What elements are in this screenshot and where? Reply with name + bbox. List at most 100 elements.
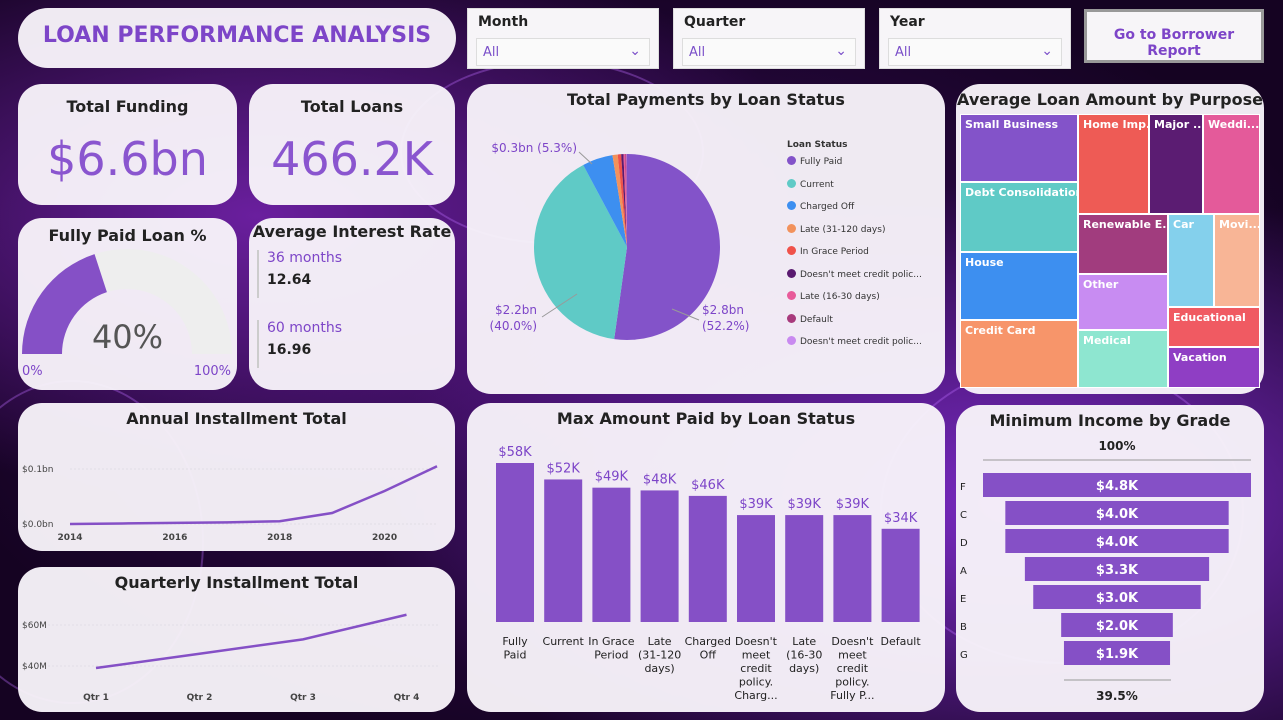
- quarter-slicer[interactable]: Quarter All ⌄: [673, 8, 865, 69]
- y-tick-label: $40M: [22, 662, 47, 672]
- income-funnel-chart: 100% $4.8K F $4.0K C $4.0K D $3.3K A $3.0K E $2.0K B…: [960, 439, 1251, 703]
- quarter-dropdown[interactable]: All ⌄: [682, 38, 856, 66]
- treemap-tile[interactable]: Credit Card: [960, 320, 1078, 388]
- legend-dot: [787, 178, 796, 188]
- series-line: [95, 613, 407, 670]
- funnel-bottom-label: 39.5%: [1096, 689, 1138, 703]
- bar-data-label: $58K: [498, 445, 532, 460]
- legend-item[interactable]: Late (31-120 days): [787, 223, 886, 235]
- kpi-label: Total Loans: [300, 97, 404, 116]
- legend-item[interactable]: Late (16-30 days): [787, 291, 880, 302]
- treemap-tile[interactable]: Other: [1078, 274, 1168, 330]
- slicer-value: All: [895, 45, 912, 60]
- pie-data-label: $2.2bn: [495, 303, 537, 317]
- chevron-down-icon[interactable]: ⌄: [835, 43, 847, 59]
- funnel-category-label: E: [960, 594, 966, 605]
- max-paid-bar-card: Max Amount Paid by Loan Status $58K Fully…: [467, 403, 945, 712]
- treemap-tile[interactable]: Car: [1168, 214, 1214, 307]
- quarterly-line-chart: $40M $60M Qtr 1 Qtr 2 Qtr 3 Qtr 4: [22, 613, 438, 703]
- legend-item[interactable]: Default: [787, 313, 833, 325]
- funnel-data-label: $4.0K: [1096, 535, 1139, 550]
- treemap-tile[interactable]: House: [960, 252, 1078, 320]
- treemap-tile[interactable]: Medical: [1078, 330, 1168, 388]
- purpose-treemap-card: Average Loan Amount by Purpose Small Bus…: [956, 84, 1264, 394]
- treemap-tile[interactable]: Small Business: [960, 114, 1078, 182]
- x-category-label: Paid: [504, 649, 527, 662]
- legend-item[interactable]: Current: [787, 178, 834, 190]
- bar[interactable]: [496, 463, 534, 622]
- legend-item[interactable]: Fully Paid: [787, 156, 842, 167]
- pie-data-label: (40.0%): [490, 319, 537, 333]
- bar[interactable]: [785, 515, 824, 622]
- funnel-category-label: G: [960, 650, 968, 661]
- legend-item[interactable]: Charged Off: [787, 201, 854, 212]
- funnel-data-label: $4.8K: [1096, 479, 1139, 494]
- chevron-down-icon[interactable]: ⌄: [1041, 43, 1053, 59]
- treemap-tile[interactable]: Educational: [1168, 307, 1260, 347]
- legend-item[interactable]: Doesn't meet credit polic...: [787, 268, 922, 280]
- gauge-max-label: 100%: [193, 364, 231, 379]
- annual-installment-card: Annual Installment Total $0.0bn $0.1bn 201…: [18, 403, 455, 551]
- chevron-down-icon[interactable]: ⌄: [629, 43, 641, 59]
- x-category-label: Charg...: [734, 689, 777, 702]
- year-slicer[interactable]: Year All ⌄: [879, 8, 1071, 69]
- legend-dot: [787, 223, 796, 233]
- x-category-label: Doesn't: [735, 635, 778, 648]
- treemap-tile[interactable]: Home Imp...: [1078, 114, 1149, 214]
- go-to-borrower-report-button[interactable]: Go to Borrower Report: [1084, 9, 1264, 63]
- legend-dot: [787, 291, 796, 300]
- treemap-tile[interactable]: Major ...: [1149, 114, 1203, 214]
- funnel-top-label: 100%: [1098, 439, 1135, 453]
- funnel-category-label: F: [960, 482, 966, 493]
- legend-label: Late (31-120 days): [800, 224, 886, 235]
- term-label: 60 months: [267, 320, 342, 336]
- treemap-tile[interactable]: Weddi...: [1203, 114, 1260, 214]
- treemap-tile[interactable]: Renewable E...: [1078, 214, 1168, 274]
- bar-data-label: $49K: [595, 470, 629, 485]
- bar[interactable]: [544, 479, 583, 622]
- treemap-tile[interactable]: Vacation: [1168, 347, 1260, 388]
- annual-line-chart: $0.0bn $0.1bn 2014 2016 2018 2020: [22, 465, 438, 543]
- bar[interactable]: [592, 487, 631, 622]
- pie-label-leader: [578, 151, 593, 165]
- bar[interactable]: [737, 515, 775, 622]
- pie-data-label: (52.2%): [702, 319, 749, 333]
- legend-label: Late (16-30 days): [800, 292, 880, 302]
- x-tick-label: Qtr 4: [394, 693, 420, 703]
- gauge-value: 40%: [91, 318, 164, 356]
- slicer-label: Month: [478, 14, 529, 30]
- x-category-label: Doesn't: [831, 635, 874, 648]
- legend-dot: [787, 246, 796, 255]
- legend-label: Current: [800, 179, 834, 190]
- year-dropdown[interactable]: All ⌄: [888, 38, 1062, 66]
- x-category-label: policy.: [835, 676, 869, 689]
- kpi-label: Total Funding: [66, 97, 189, 116]
- funnel-category-label: B: [960, 622, 967, 633]
- legend-label: Charged Off: [800, 202, 855, 212]
- legend-item[interactable]: In Grace Period: [787, 246, 869, 257]
- pie-data-label: $2.8bn: [702, 303, 744, 317]
- x-tick-label: 2018: [267, 533, 292, 543]
- x-category-label: Charged: [685, 635, 731, 648]
- treemap-tile[interactable]: Movi...: [1214, 214, 1260, 307]
- x-tick-label: Qtr 2: [187, 693, 213, 703]
- interest-row: 60 months 16.96: [257, 320, 342, 368]
- y-tick-label: $0.1bn: [22, 465, 53, 475]
- slicer-label: Year: [890, 14, 925, 30]
- month-slicer[interactable]: Month All ⌄: [467, 8, 659, 69]
- legend-item[interactable]: Doesn't meet credit polic...: [787, 336, 922, 347]
- treemap-tile[interactable]: Debt Consolidation: [960, 182, 1078, 252]
- legend-dot: [787, 336, 796, 345]
- gauge-min-label: 0%: [22, 364, 43, 379]
- pie-legend: Loan Status Fully Paid Current Charged Off…: [787, 140, 937, 360]
- bar[interactable]: [833, 515, 872, 622]
- fully-paid-gauge-card: Fully Paid Loan % 40% 0% 100%: [18, 218, 237, 390]
- bar[interactable]: [640, 490, 679, 622]
- bar[interactable]: [688, 495, 727, 622]
- funnel-data-label: $4.0K: [1096, 507, 1139, 522]
- x-category-label: Period: [594, 649, 628, 662]
- month-dropdown[interactable]: All ⌄: [476, 38, 650, 66]
- income-funnel-card: Minimum Income by Grade 100% $4.8K F $4.0K C…: [956, 405, 1264, 712]
- bar[interactable]: [881, 528, 920, 622]
- legend-label: Default: [800, 314, 833, 325]
